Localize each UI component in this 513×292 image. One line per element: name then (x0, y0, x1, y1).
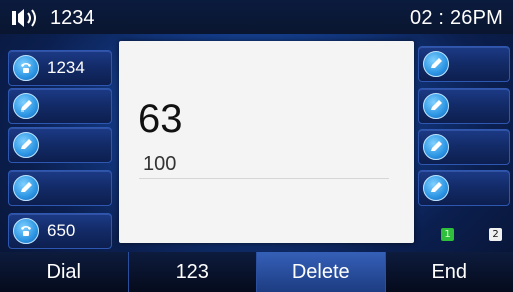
pencil-icon (13, 93, 39, 119)
line-key-1[interactable]: 1234 (8, 50, 112, 86)
speaker-icon (12, 9, 36, 27)
page-indicator-1[interactable]: 1 (441, 228, 454, 241)
pencil-icon (423, 51, 449, 77)
line-key-1-label: 1234 (47, 58, 85, 77)
delete-softkey[interactable]: Delete (256, 252, 385, 292)
dialog-divider (139, 178, 389, 179)
dial-dialog: 63 100 (119, 41, 414, 243)
dial-subtext: 100 (143, 153, 177, 175)
line-key-8[interactable] (418, 129, 510, 165)
dialed-number[interactable]: 63 (138, 97, 183, 141)
account-number: 1234 (50, 7, 95, 29)
line-key-7[interactable] (418, 88, 510, 124)
phone-icon (13, 218, 39, 244)
pencil-icon (423, 134, 449, 160)
end-softkey[interactable]: End (384, 252, 513, 292)
line-key-6[interactable] (418, 46, 510, 82)
phone-icon (13, 55, 39, 81)
line-key-5[interactable]: 650 (8, 213, 112, 249)
pencil-icon (423, 175, 449, 201)
line-key-2[interactable] (8, 88, 112, 124)
line-key-9[interactable] (418, 170, 510, 206)
pencil-icon (13, 175, 39, 201)
page-indicator-2[interactable]: 2 (489, 228, 502, 241)
pencil-icon (13, 132, 39, 158)
clock: 02 : 26PM (410, 7, 503, 29)
line-key-4[interactable] (8, 170, 112, 206)
softkey-bar: Dial 123 Delete End (0, 252, 513, 292)
line-key-3[interactable] (8, 127, 112, 163)
dial-softkey[interactable]: Dial (0, 252, 128, 292)
status-left: 1234 (12, 6, 95, 30)
status-bar: 1234 02 : 26PM (0, 0, 513, 34)
pencil-icon (423, 93, 449, 119)
line-key-5-label: 650 (47, 221, 76, 240)
input-mode-softkey[interactable]: 123 (127, 252, 257, 292)
